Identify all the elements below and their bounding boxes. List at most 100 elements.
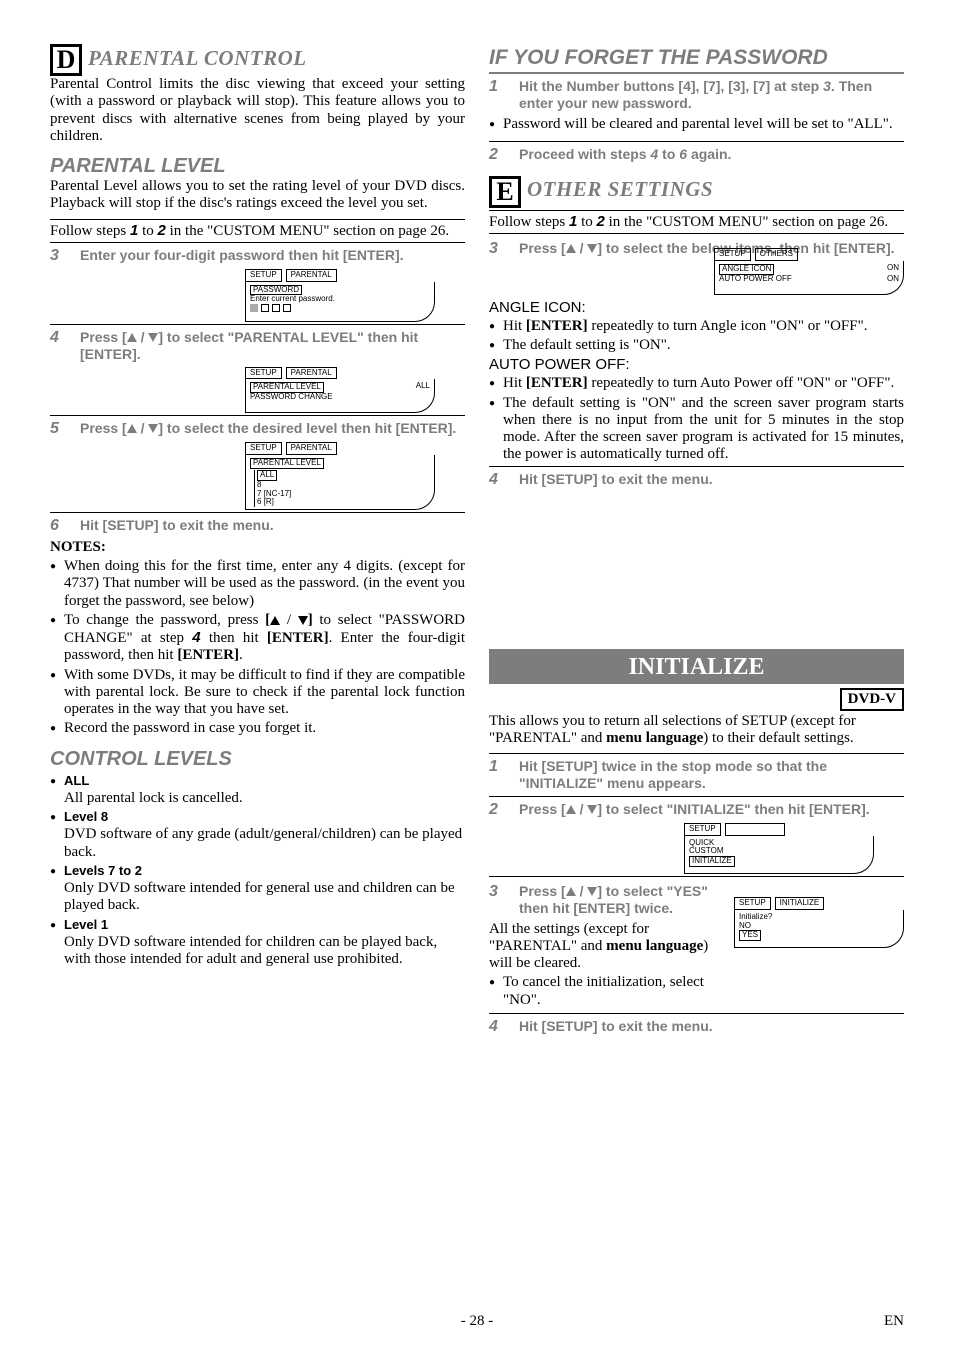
up-arrow-icon (127, 424, 137, 433)
txt: / (576, 240, 588, 256)
parental-level-body: Parental Level allows you to set the rat… (50, 178, 465, 213)
notes-list: When doing this for the first time, ente… (50, 558, 465, 738)
divider (489, 210, 904, 211)
divider (489, 876, 904, 877)
note-item: To change the password, press [ / ] to s… (50, 612, 465, 665)
inline-step: 6 (679, 146, 687, 162)
txt: Hit (503, 318, 526, 334)
step-text: Hit [SETUP] to exit the menu. (80, 517, 274, 535)
osd-item: INITIALIZE (689, 856, 735, 867)
enter-key: [ENTER] (526, 375, 588, 391)
up-arrow-icon (566, 887, 576, 896)
osd-tab: SETUP (245, 367, 282, 380)
bullet-item: Hit [ENTER] repeatedly to turn Auto Powe… (489, 375, 904, 392)
step-text: Press [ / ] to select "YES" then hit [EN… (519, 883, 724, 917)
osd-initialize-menu: SETUP QUICK CUSTOM INITIALIZE (684, 823, 874, 874)
menu-language: menu language (606, 730, 703, 746)
control-levels-list: ALL All parental lock is cancelled. Leve… (50, 773, 465, 969)
level-heading: Level 8 (64, 809, 108, 824)
divider (489, 1013, 904, 1014)
note-item: When doing this for the first time, ente… (50, 558, 465, 610)
step-text: Enter your four-digit password then hit … (80, 247, 404, 265)
txt: Press [ (519, 883, 566, 899)
step-6: 6 Hit [SETUP] to exit the menu. (50, 517, 465, 535)
init-step-2: 2 Press [ / ] to select "INITIALIZE" the… (489, 801, 904, 819)
txt: to (577, 214, 596, 230)
list-item: Level 8 DVD software of any grade (adult… (50, 809, 465, 861)
other-step-3: 3 Press [ / ] to select the below items,… (489, 240, 904, 258)
osd-item: 8 (257, 480, 261, 489)
osd-level-list: SETUP PARENTAL PARENTAL LEVEL ALL 8 7 [N… (245, 442, 435, 510)
osd-tab: INITIALIZE (775, 897, 825, 910)
init-cancel-list: To cancel the initialization, select "NO… (489, 974, 724, 1009)
bullet-item: To cancel the initialization, select "NO… (489, 974, 724, 1009)
txt: repeatedly to turn Auto Power off "ON" o… (588, 375, 895, 391)
step-number: 4 (50, 329, 68, 363)
step-4: 4 Press [ / ] to select "PARENTAL LEVEL"… (50, 329, 465, 363)
left-column: D PARENTAL CONTROL Parental Control limi… (50, 40, 465, 1040)
txt: / (137, 329, 149, 345)
init-step-3: 3 Press [ / ] to select "YES" then hit [… (489, 883, 724, 917)
section-d-heading: D PARENTAL CONTROL (50, 42, 465, 74)
angle-icon-bullets: Hit [ENTER] repeatedly to turn Angle ico… (489, 318, 904, 355)
step-number: 3 (489, 240, 507, 258)
osd-value: ON (887, 275, 899, 284)
osd-tab: SETUP (684, 823, 721, 836)
init-step-4: 4 Hit [SETUP] to exit the menu. (489, 1018, 904, 1036)
txt: Hit the Number buttons [4], [7], [3], [7… (519, 78, 823, 94)
note-item: Record the password in case you forget i… (50, 720, 465, 737)
osd-initialize-confirm: SETUP INITIALIZE Initialize? NO YES (734, 897, 904, 1011)
txt: ] to select the desired level then hit [… (158, 420, 456, 436)
step-text: Press [ / ] to select the desired level … (80, 420, 456, 438)
osd-value: ALL (416, 382, 430, 393)
bullet-item: The default setting is "ON" and the scre… (489, 395, 904, 464)
initialize-banner: INITIALIZE (489, 649, 904, 683)
notes-heading: NOTES: (50, 539, 465, 556)
page: D PARENTAL CONTROL Parental Control limi… (0, 0, 954, 1348)
forget-password-heading: IF YOU FORGET THE PASSWORD (489, 46, 904, 70)
osd-item: CUSTOM (689, 846, 724, 855)
step-number: 4 (489, 471, 507, 489)
down-arrow-icon (148, 333, 158, 342)
section-title: PARENTAL CONTROL (88, 46, 307, 71)
divider (489, 796, 904, 797)
osd-no: NO (739, 921, 751, 930)
step-number: 3 (50, 247, 68, 265)
osd-password: SETUP PARENTAL PASSWORD Enter current pa… (245, 269, 435, 322)
osd-tab-blank (725, 823, 785, 836)
osd-line: PARENTAL LEVEL (250, 458, 324, 469)
step-number: 1 (489, 758, 507, 792)
osd-item: QUICK (689, 838, 714, 847)
osd-question: Initialize? (739, 912, 772, 921)
follow-to: to (138, 223, 157, 239)
txt: then hit (201, 630, 267, 646)
forget-step-1: 1 Hit the Number buttons [4], [7], [3], … (489, 78, 904, 112)
bullet-item: The default setting is "ON". (489, 337, 904, 354)
txt: / (280, 612, 298, 628)
divider (50, 219, 465, 220)
init-step-3-row: 3 Press [ / ] to select "YES" then hit [… (489, 879, 904, 1011)
level-heading: Levels 7 to 2 (64, 863, 142, 878)
osd-line: PASSWORD CHANGE (250, 392, 333, 401)
list-item: Level 1 Only DVD software intended for c… (50, 917, 465, 969)
osd-item: 7 [NC-17] (257, 489, 291, 498)
level-body: Only DVD software intended for general u… (64, 880, 455, 913)
txt: Hit (503, 375, 526, 391)
password-squares (250, 305, 294, 314)
txt: again. (687, 146, 731, 162)
osd-tab: OTHERS (755, 248, 798, 261)
page-number: - 28 - (0, 1313, 954, 1330)
step-text: Press [ / ] to select "PARENTAL LEVEL" t… (80, 329, 465, 363)
enter-key: [ENTER] (267, 630, 329, 646)
txt: Press [ (519, 240, 566, 256)
step-number: 1 (489, 78, 507, 112)
language-code: EN (884, 1313, 904, 1330)
level-body: All parental lock is cancelled. (64, 790, 243, 806)
apo-bullets: Hit [ENTER] repeatedly to turn Auto Powe… (489, 375, 904, 463)
letter-box-e: E (489, 176, 521, 208)
step-number: 2 (489, 801, 507, 819)
apo-heading: AUTO POWER OFF: (489, 356, 904, 373)
menu-language: menu language (606, 938, 703, 954)
step-text: Hit [SETUP] twice in the stop mode so th… (519, 758, 904, 792)
step-text: Press [ / ] to select the below items, t… (519, 240, 895, 258)
